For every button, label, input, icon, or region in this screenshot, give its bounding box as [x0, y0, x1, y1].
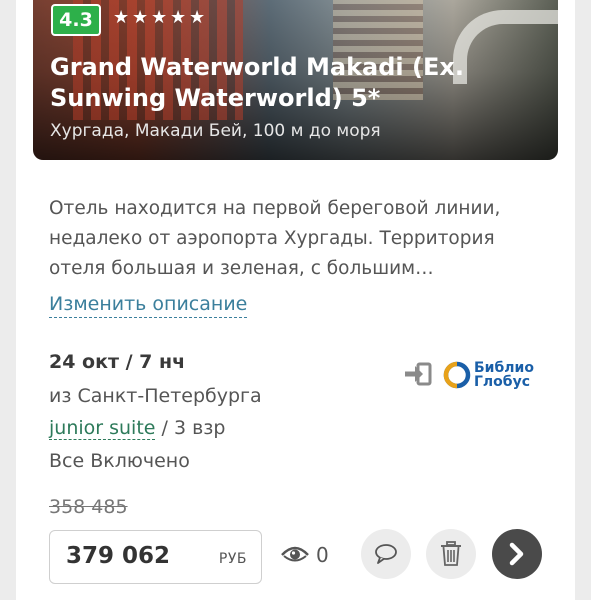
comment-button[interactable]	[361, 529, 411, 579]
tour-operator-logo: Библио Глобус	[443, 358, 534, 392]
views-counter: 0	[280, 540, 329, 570]
edit-description-link[interactable]: Изменить описание	[49, 291, 248, 318]
star-icon: ★	[132, 7, 149, 28]
hotel-location: Хургада, Макади Бей, 100 м до моря	[50, 121, 381, 141]
comment-icon	[375, 544, 397, 564]
chevron-right-icon	[509, 542, 524, 566]
next-button[interactable]	[492, 529, 542, 579]
currency-label: РУБ	[218, 551, 247, 567]
old-price: 358 485	[49, 496, 128, 518]
operator-logo-icon	[443, 361, 471, 389]
star-rating: ★ ★ ★ ★ ★	[113, 9, 205, 31]
current-price: 379 062	[66, 543, 171, 569]
meal-plan: Все Включено	[49, 450, 190, 472]
guests-count: / 3 взр	[155, 417, 226, 439]
rating-badge: 4.3	[51, 4, 101, 36]
trash-icon	[441, 541, 461, 566]
tour-date: 24 окт / 7 нч	[49, 351, 186, 373]
delete-button[interactable]	[426, 529, 476, 579]
star-icon: ★	[151, 7, 168, 28]
room-info: junior suite / 3 взр	[49, 414, 225, 442]
hotel-description: Отель находится на первой береговой лини…	[49, 198, 501, 279]
star-icon: ★	[113, 7, 130, 28]
operator-name-line1: Библио	[474, 360, 534, 376]
departure-city: из Санкт-Петербурга	[49, 385, 262, 407]
star-icon: ★	[170, 7, 187, 28]
operator-name-line2: Глобус	[474, 374, 530, 390]
hotel-name[interactable]: Grand Waterworld Makadi (Ex. Sunwing Wat…	[50, 52, 550, 114]
views-count: 0	[316, 543, 329, 567]
sign-in-icon[interactable]	[404, 362, 432, 386]
room-type-link[interactable]: junior suite	[49, 417, 156, 440]
eye-icon	[281, 546, 309, 562]
star-icon: ★	[189, 7, 206, 28]
